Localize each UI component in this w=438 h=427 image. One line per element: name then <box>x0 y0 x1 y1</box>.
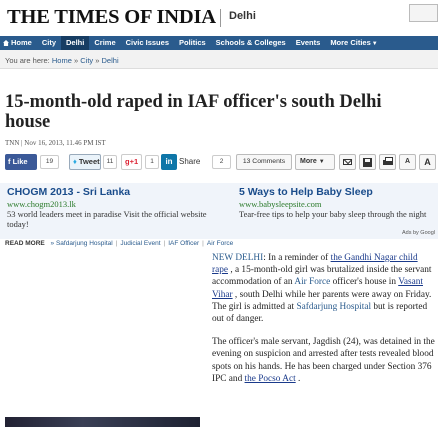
save-button[interactable] <box>359 154 376 170</box>
ad-description: 53 world leaders meet in paradise Visit … <box>7 209 207 229</box>
more-share-label: More <box>300 158 317 165</box>
share-toolbar: f Like 19 ♦ Tweet 11 g+1 1 in Share 2 13… <box>5 154 436 172</box>
breadcrumb-city[interactable]: City <box>80 56 93 65</box>
chevron-down-icon: ▼ <box>371 41 378 47</box>
ad-title[interactable]: 5 Ways to Help Baby Sleep <box>239 186 438 198</box>
tweet-count: 11 <box>103 155 117 169</box>
logo-divider <box>220 9 221 27</box>
email-button[interactable] <box>339 154 356 170</box>
comments-button[interactable]: 13 Comments <box>236 154 292 170</box>
article-body: NEW DELHI: In a reminder of the Gandhi N… <box>212 252 435 396</box>
nav-civic-issues[interactable]: Civic Issues <box>121 36 174 50</box>
print-icon <box>383 157 393 165</box>
ads-by-google-label[interactable]: Ads by Googl <box>402 230 435 236</box>
nav-city[interactable]: City <box>37 36 61 50</box>
breadcrumb: You are here: Home » City » Delhi <box>0 50 438 69</box>
nav-more-cities-label: More Cities <box>330 38 371 47</box>
tweet-label: Tweet <box>78 157 100 166</box>
nav-home-label: Home <box>11 38 32 47</box>
main-nav: Home City Delhi Crime Civic Issues Polit… <box>0 36 438 50</box>
google-plus-button[interactable]: g+1 <box>121 154 142 170</box>
tag-link[interactable]: Safdarjung Hospital <box>56 240 113 247</box>
body-text: officer's house in <box>330 277 399 288</box>
article-byline: TNN | Nov 16, 2013, 11.46 PM IST <box>5 139 106 147</box>
keyword-link[interactable]: Air Force <box>294 277 330 287</box>
inline-link[interactable]: the Pocso Act <box>245 374 296 384</box>
article-paragraph: The officer's male servant, Jagdish (24)… <box>212 336 435 385</box>
decrease-font-button[interactable]: A <box>399 154 416 170</box>
tweet-button[interactable]: ♦ Tweet <box>69 154 101 170</box>
facebook-like-count: 19 <box>40 155 59 169</box>
body-text: : In a reminder of <box>263 253 331 263</box>
breadcrumb-home[interactable]: Home <box>52 56 72 65</box>
more-share-button[interactable]: More ▼ <box>295 154 335 170</box>
increase-font-button[interactable]: A <box>419 154 436 170</box>
linkedin-share-label[interactable]: Share <box>179 154 200 170</box>
nav-events[interactable]: Events <box>291 36 326 50</box>
city-edition-label[interactable]: Delhi <box>229 10 256 22</box>
print-button[interactable] <box>379 154 396 170</box>
tag-link[interactable]: Air Force <box>207 240 233 247</box>
read-more-tags: READ MORE » Safdarjung Hospital | Judicial… <box>5 240 233 247</box>
article-photo <box>5 417 200 427</box>
facebook-like-button[interactable]: f Like <box>5 154 37 170</box>
breadcrumb-separator: » <box>73 56 79 65</box>
facebook-like-label: Like <box>12 157 28 166</box>
save-icon <box>363 158 372 167</box>
masthead: THE TIMES OF INDIA Delhi <box>0 0 438 36</box>
home-icon <box>3 40 9 46</box>
chevron-down-icon: ▼ <box>318 159 325 165</box>
ad-title[interactable]: CHOGM 2013 - Sri Lanka <box>7 186 217 198</box>
tag-link[interactable]: IAF Officer <box>168 240 199 247</box>
nav-more-cities[interactable]: More Cities▼ <box>325 36 382 50</box>
dateline: NEW DELHI <box>212 253 264 263</box>
linkedin-icon[interactable]: in <box>161 154 177 170</box>
tag-link[interactable]: Judicial Event <box>120 240 160 247</box>
tag-separator: | <box>115 240 118 247</box>
breadcrumb-prefix: You are here: <box>5 56 50 65</box>
mail-icon <box>343 159 352 165</box>
nav-home[interactable]: Home <box>0 36 37 50</box>
nav-politics[interactable]: Politics <box>174 36 211 50</box>
nav-crime[interactable]: Crime <box>89 36 120 50</box>
breadcrumb-delhi[interactable]: Delhi <box>102 56 119 65</box>
tag-separator: | <box>202 240 204 247</box>
linkedin-share-count: 2 <box>212 155 231 169</box>
article-paragraph: NEW DELHI: In a reminder of the Gandhi N… <box>212 252 435 325</box>
ad-description: Tear-free tips to help your baby sleep t… <box>239 209 427 219</box>
nav-delhi[interactable]: Delhi <box>61 36 90 50</box>
search-input[interactable] <box>409 4 438 22</box>
read-more-label: READ MORE <box>5 240 45 247</box>
site-logo[interactable]: THE TIMES OF INDIA <box>7 6 216 29</box>
google-plus-count: 1 <box>145 155 159 169</box>
tag-separator: | <box>163 240 166 247</box>
ad-url[interactable]: www.babysleepsite.com <box>239 199 438 209</box>
sponsored-ads: CHOGM 2013 - Sri Lanka www.chogm2013.lk … <box>0 183 438 239</box>
ad-unit[interactable]: CHOGM 2013 - Sri Lanka www.chogm2013.lk … <box>7 186 217 229</box>
keyword-link[interactable]: Safdarjung Hospital <box>296 302 371 312</box>
page-title: 15-month-old raped in IAF officer's sout… <box>5 92 382 132</box>
breadcrumb-separator: » <box>95 56 100 65</box>
ad-unit[interactable]: 5 Ways to Help Baby Sleep www.babysleeps… <box>239 186 438 219</box>
ad-url[interactable]: www.chogm2013.lk <box>7 199 217 209</box>
nav-schools-colleges[interactable]: Schools & Colleges <box>211 36 291 50</box>
body-text: . <box>295 373 301 384</box>
